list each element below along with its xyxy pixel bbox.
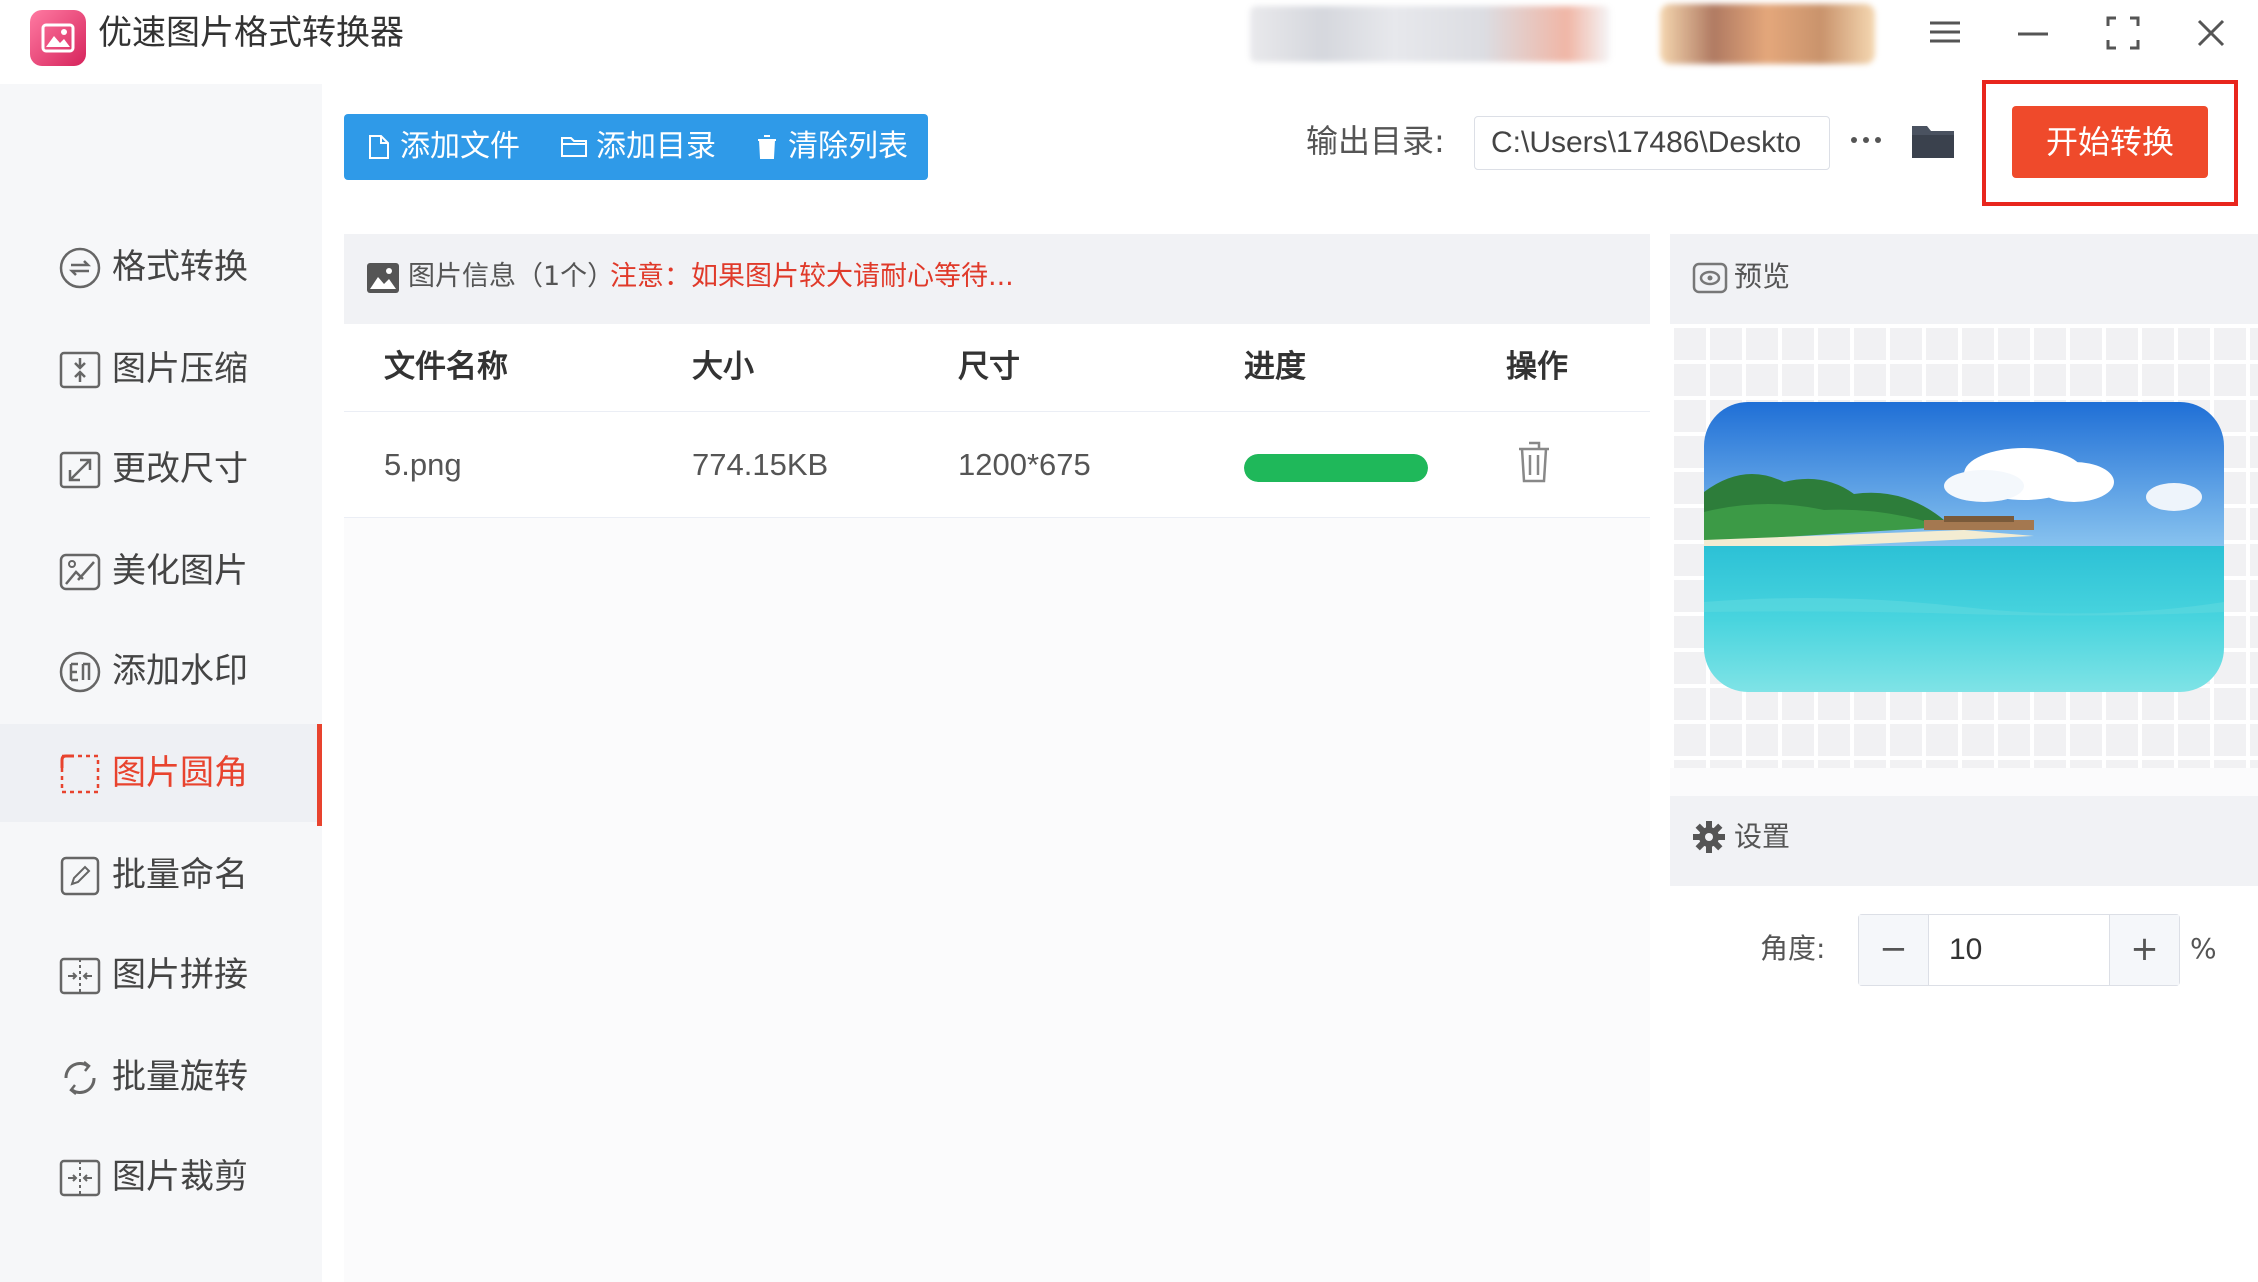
add-file-label: 添加文件 <box>400 129 520 164</box>
open-folder-button[interactable] <box>1910 118 1956 162</box>
sidebar-item-label: 图片圆角 <box>112 753 248 793</box>
file-icon <box>369 135 389 159</box>
add-folder-button[interactable]: 添加目录 <box>560 114 730 180</box>
sidebar-item-label: 图片拼接 <box>112 955 248 995</box>
folder-icon <box>1912 126 1954 158</box>
gear-icon <box>1692 820 1726 854</box>
add-file-button[interactable]: 添加文件 <box>368 114 538 180</box>
increment-button[interactable]: + <box>2109 915 2179 985</box>
blurred-account-info <box>1250 6 1610 62</box>
sidebar-item-crop[interactable]: 图片裁剪 <box>0 1128 322 1226</box>
folder-outline-icon <box>561 137 587 157</box>
eye-icon <box>1692 260 1728 296</box>
round-corner-icon <box>58 752 102 796</box>
sidebar-item-round-corner[interactable]: 图片圆角 <box>0 724 322 826</box>
image-info-note: 注意：如果图片较大请耐心等待... <box>610 261 1014 292</box>
column-header-progress: 进度 <box>1244 349 1306 385</box>
delete-row-button[interactable] <box>1516 440 1552 484</box>
column-header-dimensions: 尺寸 <box>958 349 1020 385</box>
preview-label: 预览 <box>1734 260 1791 293</box>
file-dimensions: 1200*675 <box>958 447 1091 482</box>
more-button[interactable] <box>1848 120 1884 160</box>
image-icon <box>366 262 400 294</box>
preview-image <box>1704 402 2224 692</box>
active-indicator <box>317 724 322 826</box>
sidebar-item-label: 美化图片 <box>112 551 248 591</box>
trash-icon <box>758 135 776 159</box>
angle-stepper: − 10 + <box>1858 914 2180 986</box>
sidebar-item-label: 批量旋转 <box>112 1057 248 1097</box>
column-header-size: 大小 <box>692 349 754 385</box>
angle-input[interactable]: 10 <box>1949 915 1982 985</box>
beautify-icon <box>58 550 102 594</box>
output-dir-input[interactable]: C:\Users\17486\Deskto <box>1474 116 1830 170</box>
sidebar-item-rotate[interactable]: 批量旋转 <box>0 1028 322 1126</box>
watermark-icon <box>58 650 102 694</box>
column-header-name: 文件名称 <box>384 349 508 385</box>
rotate-icon <box>58 1056 102 1100</box>
angle-unit: % <box>2190 932 2217 965</box>
crop-icon <box>58 1156 102 1200</box>
blurred-avatar <box>1660 4 1875 64</box>
angle-label: 角度: <box>1760 932 1826 965</box>
minimize-icon[interactable] <box>2008 8 2058 58</box>
more-dots-icon <box>1851 137 1881 143</box>
column-header-actions: 操作 <box>1506 349 1568 385</box>
settings-label: 设置 <box>1734 820 1791 853</box>
output-dir-label: 输出目录: <box>1306 122 1445 160</box>
close-icon[interactable] <box>2186 8 2236 58</box>
sidebar-item-label: 图片压缩 <box>112 349 248 389</box>
stitch-icon <box>58 954 102 998</box>
sidebar-item-beautify[interactable]: 美化图片 <box>0 522 322 620</box>
sidebar-item-label: 更改尺寸 <box>112 449 248 489</box>
menu-icon[interactable] <box>1920 8 1970 58</box>
sidebar-item-format-convert[interactable]: 格式转换 <box>0 218 322 316</box>
sidebar-item-stitch[interactable]: 图片拼接 <box>0 926 322 1024</box>
progress-bar <box>1244 454 1428 482</box>
start-convert-button[interactable]: 开始转换 <box>2012 106 2208 178</box>
title-bar: 优速图片格式转换器 <box>0 0 2258 66</box>
app-title: 优速图片格式转换器 <box>98 13 404 53</box>
resize-icon <box>58 448 102 492</box>
compress-icon <box>58 348 102 392</box>
clear-list-button[interactable]: 清除列表 <box>756 114 926 180</box>
sidebar-item-label: 图片裁剪 <box>112 1157 248 1197</box>
add-folder-label: 添加目录 <box>596 129 716 164</box>
trash-icon <box>1519 441 1549 483</box>
file-name: 5.png <box>384 447 462 482</box>
maximize-icon[interactable] <box>2098 8 2148 58</box>
sidebar-item-label: 添加水印 <box>112 651 248 691</box>
rename-icon <box>58 854 102 898</box>
file-button-group: 添加文件 添加目录 清除列表 <box>344 114 928 180</box>
image-info-label: 图片信息（1个） <box>408 261 615 292</box>
progress-fill <box>1244 454 1428 482</box>
decrement-button[interactable]: − <box>1859 915 1929 985</box>
sidebar-item-rename[interactable]: 批量命名 <box>0 826 322 924</box>
file-size: 774.15KB <box>692 447 829 482</box>
sidebar-item-resize[interactable]: 更改尺寸 <box>0 420 322 518</box>
app-logo-icon <box>30 10 86 66</box>
sidebar-item-compress[interactable]: 图片压缩 <box>0 320 322 418</box>
sidebar-item-label: 批量命名 <box>112 855 248 895</box>
clear-list-label: 清除列表 <box>788 129 908 164</box>
format-convert-icon <box>58 246 102 290</box>
sidebar-item-watermark[interactable]: 添加水印 <box>0 622 322 720</box>
sidebar-item-label: 格式转换 <box>112 247 248 287</box>
